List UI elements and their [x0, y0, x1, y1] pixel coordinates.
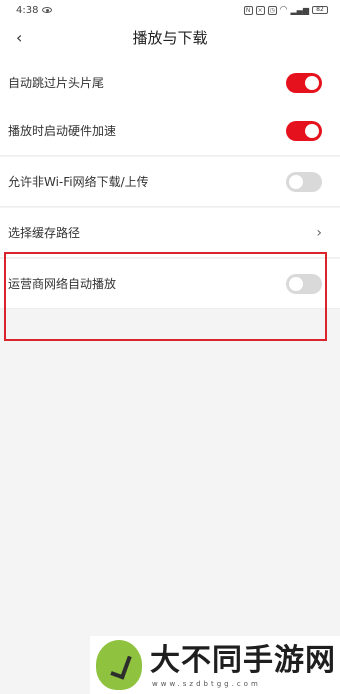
watermark: 大不同手游网 www.szdbtgg.com	[90, 636, 340, 694]
watermark-url: www.szdbtgg.com	[152, 680, 261, 688]
setting-row-non-wifi-download[interactable]: 允许非Wi-Fi网络下载/上传	[0, 157, 340, 207]
status-left: 4:38	[16, 4, 53, 16]
wifi-icon: ◠	[279, 5, 288, 15]
setting-row-hardware-accel[interactable]: 播放时启动硬件加速	[0, 106, 340, 156]
chevron-right-icon: ›	[316, 224, 322, 241]
setting-label: 选择缓存路径	[8, 226, 81, 240]
setting-row-cache-path[interactable]: 选择缓存路径 ›	[0, 208, 340, 258]
eye-icon	[42, 7, 53, 13]
highlight-box	[4, 252, 327, 341]
status-bar: 4:38 N × ◷ ◠ ▂▄▆ 82	[0, 0, 340, 20]
toggle-knob	[305, 123, 319, 138]
leaf-logo-icon	[96, 640, 142, 690]
signal-icon: ▂▄▆	[290, 5, 309, 15]
status-time: 4:38	[16, 4, 39, 16]
toggle-knob	[289, 174, 303, 189]
alarm-icon: ◷	[267, 5, 277, 15]
header: ‹ 播放与下载	[0, 20, 340, 58]
watermark-title: 大不同手游网	[150, 643, 336, 678]
skip-intro-toggle[interactable]	[286, 72, 322, 93]
setting-label: 允许非Wi-Fi网络下载/上传	[8, 175, 149, 189]
mute-icon: ×	[255, 5, 265, 15]
setting-row-skip-intro[interactable]: 自动跳过片头片尾	[0, 58, 340, 108]
setting-label: 播放时启动硬件加速	[8, 124, 117, 138]
setting-label: 自动跳过片头片尾	[8, 76, 105, 90]
status-right: N × ◷ ◠ ▂▄▆ 82	[243, 5, 328, 15]
nfc-icon: N	[243, 5, 253, 15]
hardware-accel-toggle[interactable]	[286, 120, 322, 141]
battery-icon: 82	[312, 6, 328, 14]
page-title: 播放与下载	[132, 29, 208, 47]
toggle-knob	[305, 75, 319, 90]
non-wifi-download-toggle[interactable]	[286, 171, 322, 192]
